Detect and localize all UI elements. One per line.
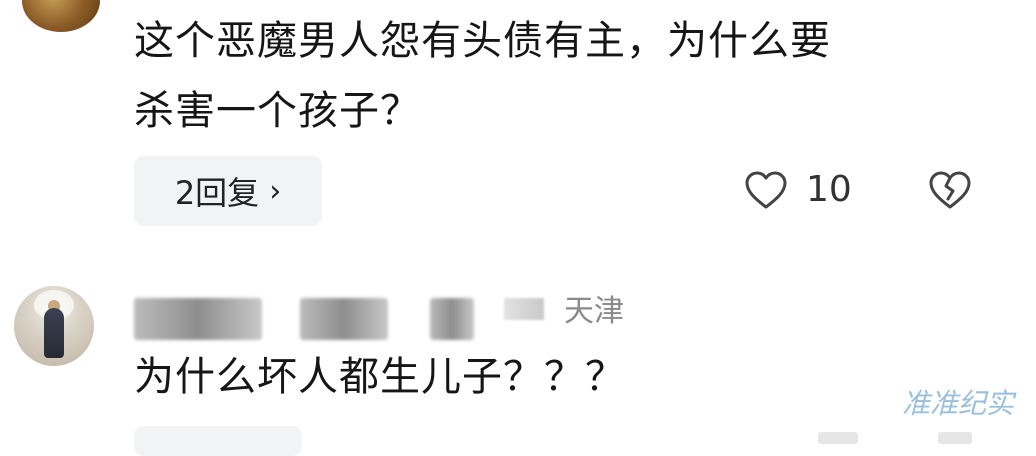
replies-button[interactable]: 2回复 ›: [134, 156, 322, 226]
avatar[interactable]: [14, 286, 94, 366]
like-count: 10: [806, 169, 852, 210]
like-icon-partial[interactable]: [818, 432, 858, 444]
replies-button[interactable]: [134, 426, 302, 456]
username-redacted: [430, 298, 474, 340]
broken-heart-icon[interactable]: [928, 170, 972, 210]
username-redacted: [300, 298, 388, 340]
dislike-icon-partial[interactable]: [938, 432, 972, 444]
chevron-right-icon: ›: [269, 173, 282, 209]
heart-outline-icon[interactable]: [744, 170, 788, 210]
comment-text-line-1: 这个恶魔男人怨有头债有主，为什么要: [134, 18, 831, 64]
username-redacted: [504, 298, 544, 320]
username-redacted: [134, 298, 262, 340]
location-label: 天津: [564, 294, 624, 329]
replies-label: 2回复: [174, 174, 260, 212]
watermark: 准准纪实: [902, 387, 1015, 420]
avatar[interactable]: [22, 0, 100, 32]
comment-text-line-2: 杀害一个孩子？: [134, 88, 421, 134]
comment-text-line-1: 为什么坏人都生儿子？？？: [134, 354, 626, 400]
